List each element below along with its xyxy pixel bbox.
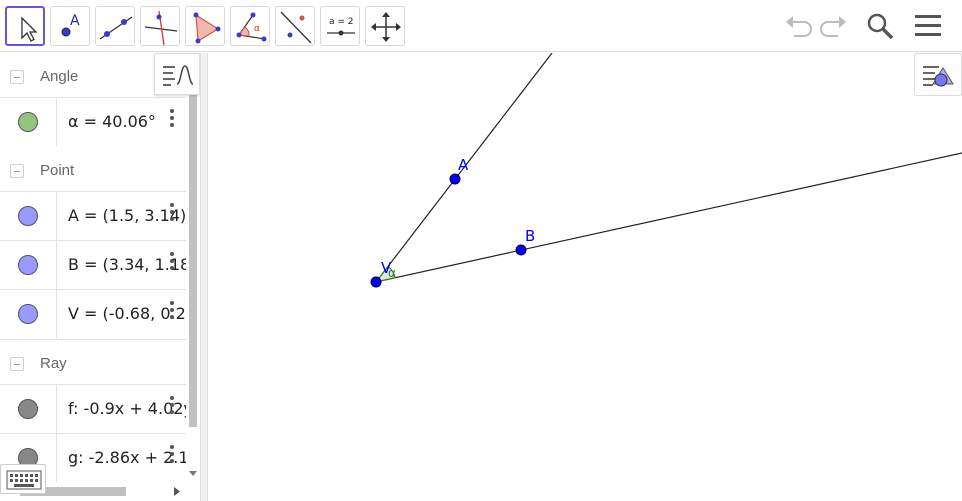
svg-text:α: α xyxy=(254,24,260,34)
collapse-icon[interactable] xyxy=(10,70,24,84)
slider-icon: a = 2 xyxy=(327,17,355,36)
marble-cell xyxy=(0,290,57,338)
keyboard-icon xyxy=(6,470,42,490)
search-icon xyxy=(867,13,894,40)
point-icon: A xyxy=(61,13,80,37)
reflect-tool-button[interactable] xyxy=(275,6,315,46)
search-button[interactable] xyxy=(864,10,896,42)
menu-icon xyxy=(915,15,941,36)
more-options-icon[interactable] xyxy=(168,445,176,467)
slider-tool-button[interactable]: a = 2 xyxy=(320,6,360,46)
visibility-marble-icon[interactable] xyxy=(18,112,38,132)
algebra-style-icon xyxy=(163,65,194,86)
algebra-style-bar-button[interactable] xyxy=(154,53,200,95)
keyboard-toggle-button[interactable] xyxy=(0,464,46,494)
more-options-icon[interactable] xyxy=(168,109,176,131)
point-a-label: A xyxy=(458,156,469,174)
visibility-marble-icon[interactable] xyxy=(18,399,38,419)
algebra-item-a[interactable]: A = (1.5, 3.14) xyxy=(0,191,186,240)
collapse-icon[interactable] xyxy=(10,164,24,178)
more-options-icon[interactable] xyxy=(168,396,176,418)
svg-text:A: A xyxy=(70,13,80,29)
line-tool-button[interactable] xyxy=(95,6,135,46)
point-v-label: V xyxy=(381,259,392,277)
main-menu-button[interactable] xyxy=(912,10,944,42)
algebra-item-alpha[interactable]: α = 40.06° xyxy=(0,97,186,146)
toolbar: A α a = 2 xyxy=(0,0,962,52)
graphics-view[interactable]: α A B V xyxy=(208,52,962,501)
visibility-marble-icon[interactable] xyxy=(18,206,38,226)
perpendicular-line-icon xyxy=(144,10,178,46)
point-v[interactable] xyxy=(370,276,382,288)
angle-icon: α xyxy=(236,12,267,42)
polygon-icon xyxy=(193,12,221,44)
visibility-marble-icon[interactable] xyxy=(18,304,38,324)
move-cross-icon xyxy=(371,12,401,42)
point-b-label: B xyxy=(525,227,535,245)
view-divider[interactable] xyxy=(200,53,208,501)
undo-icon xyxy=(786,16,812,37)
more-options-icon[interactable] xyxy=(168,203,176,225)
polygon-tool-button[interactable] xyxy=(185,6,225,46)
reflect-line-icon xyxy=(280,11,312,44)
group-title: Ray xyxy=(40,355,67,372)
perpendicular-line-tool-button[interactable] xyxy=(140,6,180,46)
algebra-view: Angle α = 40.06° Point A = (1.5, 3.14) B xyxy=(0,53,200,501)
group-title: Angle xyxy=(40,68,79,85)
more-options-icon[interactable] xyxy=(168,252,176,274)
redo-button[interactable] xyxy=(818,10,850,42)
point-b[interactable] xyxy=(515,244,527,256)
marble-cell xyxy=(0,385,57,433)
algebra-item-b[interactable]: B = (3.34, 1.18) xyxy=(0,240,186,289)
cursor-arrow-icon xyxy=(21,16,38,42)
point-tool-button[interactable]: A xyxy=(50,6,90,46)
group-title: Point xyxy=(40,162,75,179)
graphics-style-icon xyxy=(923,66,954,87)
redo-icon xyxy=(820,16,846,37)
angle-tool-button[interactable]: α xyxy=(230,6,270,46)
algebra-vertical-scrollbar[interactable] xyxy=(187,53,199,483)
svg-text:a = 2: a = 2 xyxy=(329,17,354,27)
move-graphics-view-tool-button[interactable] xyxy=(365,6,405,46)
scroll-right-arrow-icon[interactable] xyxy=(174,487,180,496)
algebra-item-v[interactable]: V = (-0.68, 0.28) xyxy=(0,289,186,338)
scrollbar-thumb[interactable] xyxy=(189,55,197,427)
graphics-style-bar-button[interactable] xyxy=(914,53,962,96)
point-a[interactable] xyxy=(449,173,461,185)
geogebra-app: A α a = 2 Angle α = 40.06° Point A = (1.… xyxy=(0,0,962,501)
marble-cell xyxy=(0,241,57,289)
move-tool-button[interactable] xyxy=(5,6,45,46)
visibility-marble-icon[interactable] xyxy=(18,255,38,275)
graphics-canvas[interactable]: α A B V xyxy=(208,52,962,501)
undo-button[interactable] xyxy=(782,10,814,42)
marble-cell xyxy=(0,192,57,240)
collapse-icon[interactable] xyxy=(10,357,24,371)
more-options-icon[interactable] xyxy=(168,301,176,323)
marble-cell xyxy=(0,98,57,146)
group-header-ray[interactable]: Ray xyxy=(0,339,186,385)
algebra-item-f[interactable]: f: -0.9x + 4.02y xyxy=(0,384,186,433)
line-icon xyxy=(99,16,133,40)
scroll-down-arrow-icon[interactable] xyxy=(189,471,197,477)
group-header-point[interactable]: Point xyxy=(0,147,186,193)
